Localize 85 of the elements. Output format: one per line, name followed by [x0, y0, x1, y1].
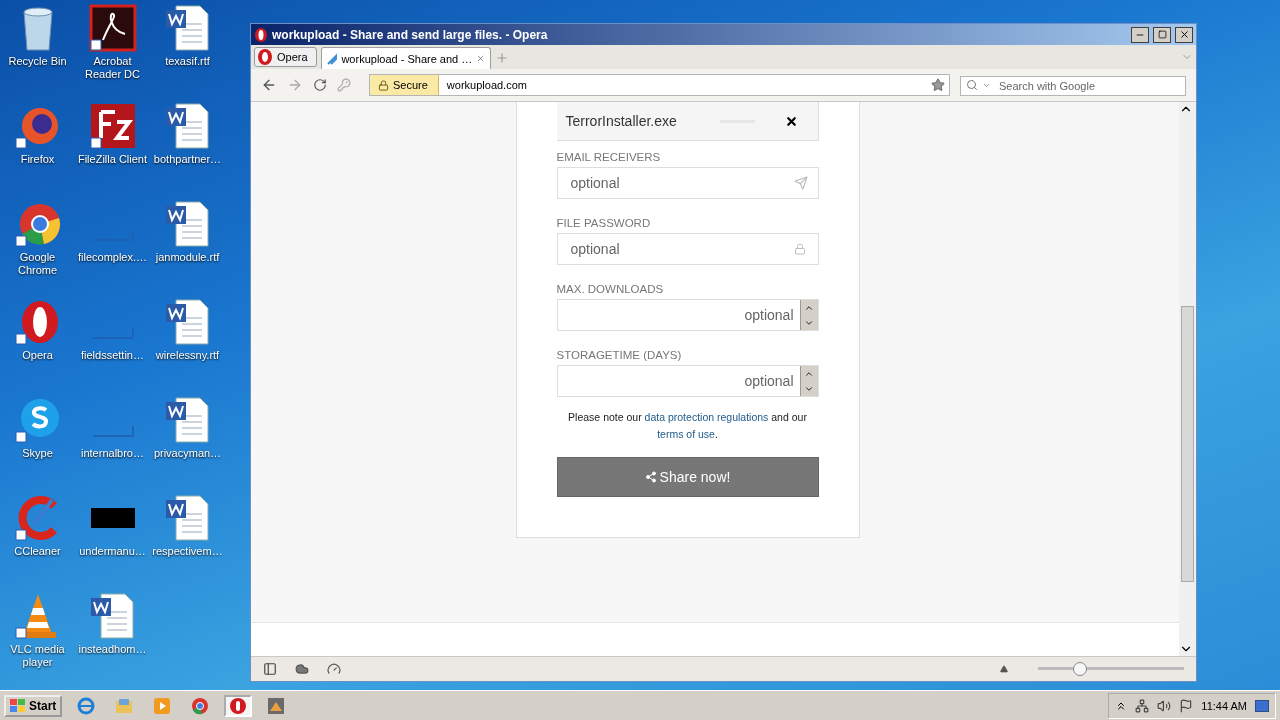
icon-label: Acrobat Reader DC: [84, 55, 141, 81]
input-field[interactable]: optional: [556, 299, 819, 331]
bookmark-icon[interactable]: [931, 78, 945, 92]
icon-label: Firefox: [19, 153, 56, 166]
opera-icon: [254, 26, 268, 43]
input-field[interactable]: optional: [556, 365, 819, 397]
input-field[interactable]: optional: [556, 233, 819, 265]
windows-logo: [10, 698, 26, 713]
search-field[interactable]: Search with Google: [960, 76, 1186, 96]
word-document-icon[interactable]: [163, 102, 212, 150]
icon-label: undermanu…: [78, 545, 147, 558]
field-label: STORAGETIME (DAYS): [556, 349, 683, 361]
search-icon[interactable]: [966, 79, 978, 91]
field-label: MAX. DOWNLOADS: [556, 283, 665, 295]
maximize-button[interactable]: [1153, 26, 1171, 43]
back-icon[interactable]: [261, 77, 277, 93]
word-document-icon[interactable]: [163, 494, 212, 542]
share-button[interactable]: Share now!: [556, 457, 819, 497]
start-button[interactable]: Start: [4, 694, 63, 717]
network-icon[interactable]: [1135, 698, 1150, 713]
chrome-icon[interactable]: [191, 696, 210, 715]
maximize-icon: [1157, 30, 1167, 39]
word-document-icon[interactable]: [88, 592, 137, 640]
address-bar[interactable]: Secure workupload.com: [369, 74, 950, 96]
icon-label: filecomplex.…: [76, 251, 149, 264]
field-label: FILE PASSWORD: [556, 217, 652, 229]
close-tab-icon[interactable]: [476, 53, 486, 64]
panel-icon[interactable]: [263, 662, 277, 676]
flag-icon[interactable]: [1179, 698, 1194, 713]
reload-icon[interactable]: [313, 78, 327, 92]
word-document-icon[interactable]: [163, 200, 212, 248]
icon-label: FileZilla Client: [76, 153, 149, 166]
word-document-icon[interactable]: [163, 298, 212, 346]
scrollbar[interactable]: [1179, 102, 1196, 656]
acrobat-icon[interactable]: [88, 4, 137, 52]
gauge-icon[interactable]: [327, 662, 341, 676]
link[interactable]: data protection regulations: [644, 411, 769, 423]
word-document-icon[interactable]: [163, 4, 212, 52]
icon-label: respectivem…: [151, 545, 224, 558]
taskbar-button[interactable]: [224, 694, 253, 717]
filezilla-icon[interactable]: [88, 102, 137, 150]
close-button[interactable]: [1175, 26, 1193, 43]
icon-label: internalbro…: [80, 447, 145, 460]
icon-label: Opera: [21, 349, 54, 362]
opera-menu-button[interactable]: Opera: [254, 47, 317, 67]
opera-icon[interactable]: [229, 696, 248, 715]
icon-label: CCleaner: [13, 545, 62, 558]
icon-label: texasif.rtf: [164, 55, 211, 68]
icon-label: VLC media player: [9, 643, 66, 669]
window-title: workupload - Share and send large files. - Opera: [272, 27, 549, 42]
share-icon: [644, 471, 657, 483]
link[interactable]: terms of use: [657, 428, 715, 440]
icon-label: Google Chrome: [16, 251, 59, 277]
rocket-icon: [325, 51, 338, 66]
app-icon[interactable]: [267, 696, 286, 715]
send-icon: [793, 176, 808, 190]
opera-icon: [257, 49, 273, 65]
remove-file-icon[interactable]: [784, 114, 798, 128]
cloud-icon[interactable]: [295, 662, 309, 676]
icon-label: fieldssettin…: [80, 349, 145, 362]
show-desktop-icon[interactable]: [1255, 699, 1269, 712]
file-name: TerrorInstaller.exe: [565, 113, 678, 129]
internet-explorer-icon[interactable]: [77, 696, 96, 715]
input-field[interactable]: optional: [556, 167, 819, 199]
notice-text: Please note our data protection regulations and our terms of use.: [567, 410, 808, 442]
icon-label: janmodule.rtf: [154, 251, 221, 264]
secure-badge[interactable]: Secure: [370, 75, 439, 95]
minimize-button[interactable]: [1131, 26, 1149, 43]
icon-label: insteadhom…: [77, 643, 148, 656]
skype-icon[interactable]: [13, 396, 62, 444]
field-label: EMAIL RECEIVERS: [556, 151, 662, 163]
icon-label: Recycle Bin: [7, 55, 68, 68]
clock: 11:44 AM: [1201, 699, 1247, 712]
lock-icon: [793, 243, 806, 255]
lock-icon: [378, 79, 389, 91]
icon-label: bothpartner…: [152, 153, 223, 166]
icon-label: Skype: [21, 447, 54, 460]
icon-label: wirelessny.rtf: [154, 349, 221, 362]
icon-label: privacyman…: [152, 447, 223, 460]
volume-icon[interactable]: [1157, 698, 1172, 713]
word-document-icon[interactable]: [163, 396, 212, 444]
browser-tab[interactable]: workupload - Share and …: [320, 47, 491, 69]
triangle-icon[interactable]: [1000, 665, 1008, 673]
close-icon: [1178, 29, 1190, 40]
url-text: workupload.com: [445, 79, 528, 91]
